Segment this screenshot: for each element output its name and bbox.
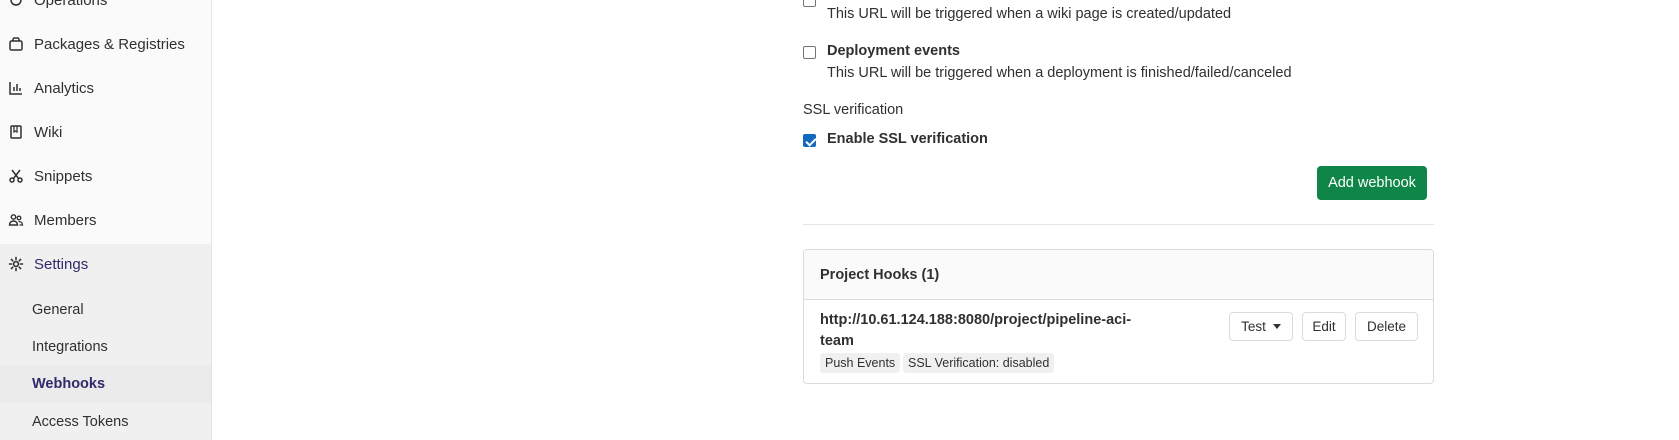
sidebar-item-members[interactable]: Members — [0, 200, 211, 240]
chart-icon — [7, 79, 25, 97]
sidebar-item-label: Snippets — [34, 167, 93, 185]
chevron-down-icon — [1272, 324, 1281, 329]
sidebar-item-label: Analytics — [34, 79, 95, 97]
test-dropdown-button[interactable]: Test — [1229, 312, 1293, 341]
delete-hook-button[interactable]: Delete — [1355, 312, 1418, 341]
test-button-label: Test — [1241, 319, 1266, 334]
wiki-events-description: This URL will be triggered when a wiki p… — [827, 6, 1232, 22]
ssl-verification-heading: SSL verification — [803, 102, 904, 118]
sidebar-subitem-general[interactable]: General — [0, 292, 211, 328]
sidebar-item-analytics[interactable]: Analytics — [0, 68, 211, 108]
project-hooks-title: Project Hooks (1) — [804, 250, 1433, 300]
sidebar-item-operations[interactable]: Operations — [0, 0, 211, 20]
sidebar-subitem-access-tokens[interactable]: Access Tokens — [0, 404, 211, 440]
wiki-events-checkbox[interactable] — [803, 0, 816, 7]
sidebar-item-wiki[interactable]: Wiki — [0, 112, 211, 152]
deployment-events-description: This URL will be triggered when a deploy… — [827, 65, 1292, 81]
sidebar-item-label: Wiki — [34, 123, 63, 141]
edit-hook-button[interactable]: Edit — [1302, 312, 1346, 341]
book-icon — [7, 123, 25, 141]
sidebar-item-label: Operations — [34, 0, 108, 9]
deployment-events-checkbox[interactable] — [803, 46, 816, 59]
package-icon — [7, 35, 25, 53]
sidebar-subitem-webhooks[interactable]: Webhooks — [0, 366, 211, 402]
divider — [803, 224, 1434, 225]
ssl-verification-checkbox[interactable] — [803, 134, 816, 147]
hook-url: http://10.61.124.188:8080/project/pipeli… — [820, 310, 1160, 352]
ssl-verification-badge: SSL Verification: disabled — [903, 353, 1055, 373]
ssl-verification-label[interactable]: Enable SSL verification — [827, 131, 988, 147]
users-icon — [7, 211, 25, 229]
operations-icon — [7, 0, 25, 9]
add-webhook-button[interactable]: Add webhook — [1317, 166, 1427, 200]
sidebar-item-packages[interactable]: Packages & Registries — [0, 24, 211, 64]
deployment-events-label[interactable]: Deployment events — [827, 43, 960, 59]
project-hooks-card: Project Hooks (1) http://10.61.124.188:8… — [803, 249, 1434, 384]
hook-url-line-1: http://10.61.124.188:8080/project/pipeli… — [820, 312, 1132, 328]
sidebar-item-label: Members — [34, 211, 97, 229]
sidebar-item-snippets[interactable]: Snippets — [0, 156, 211, 196]
page: Operations Packages & Registries Analyti… — [0, 0, 1679, 440]
scissors-icon — [7, 167, 25, 185]
push-events-badge: Push Events — [820, 353, 901, 373]
sidebar-item-settings[interactable]: Settings — [0, 244, 211, 284]
sidebar: Operations Packages & Registries Analyti… — [0, 0, 212, 440]
sidebar-item-label: Settings — [34, 255, 89, 273]
gear-icon — [7, 255, 25, 273]
sidebar-subitem-integrations[interactable]: Integrations — [0, 329, 211, 365]
hook-url-line-2: team — [820, 333, 854, 349]
sidebar-item-label: Packages & Registries — [34, 35, 185, 53]
